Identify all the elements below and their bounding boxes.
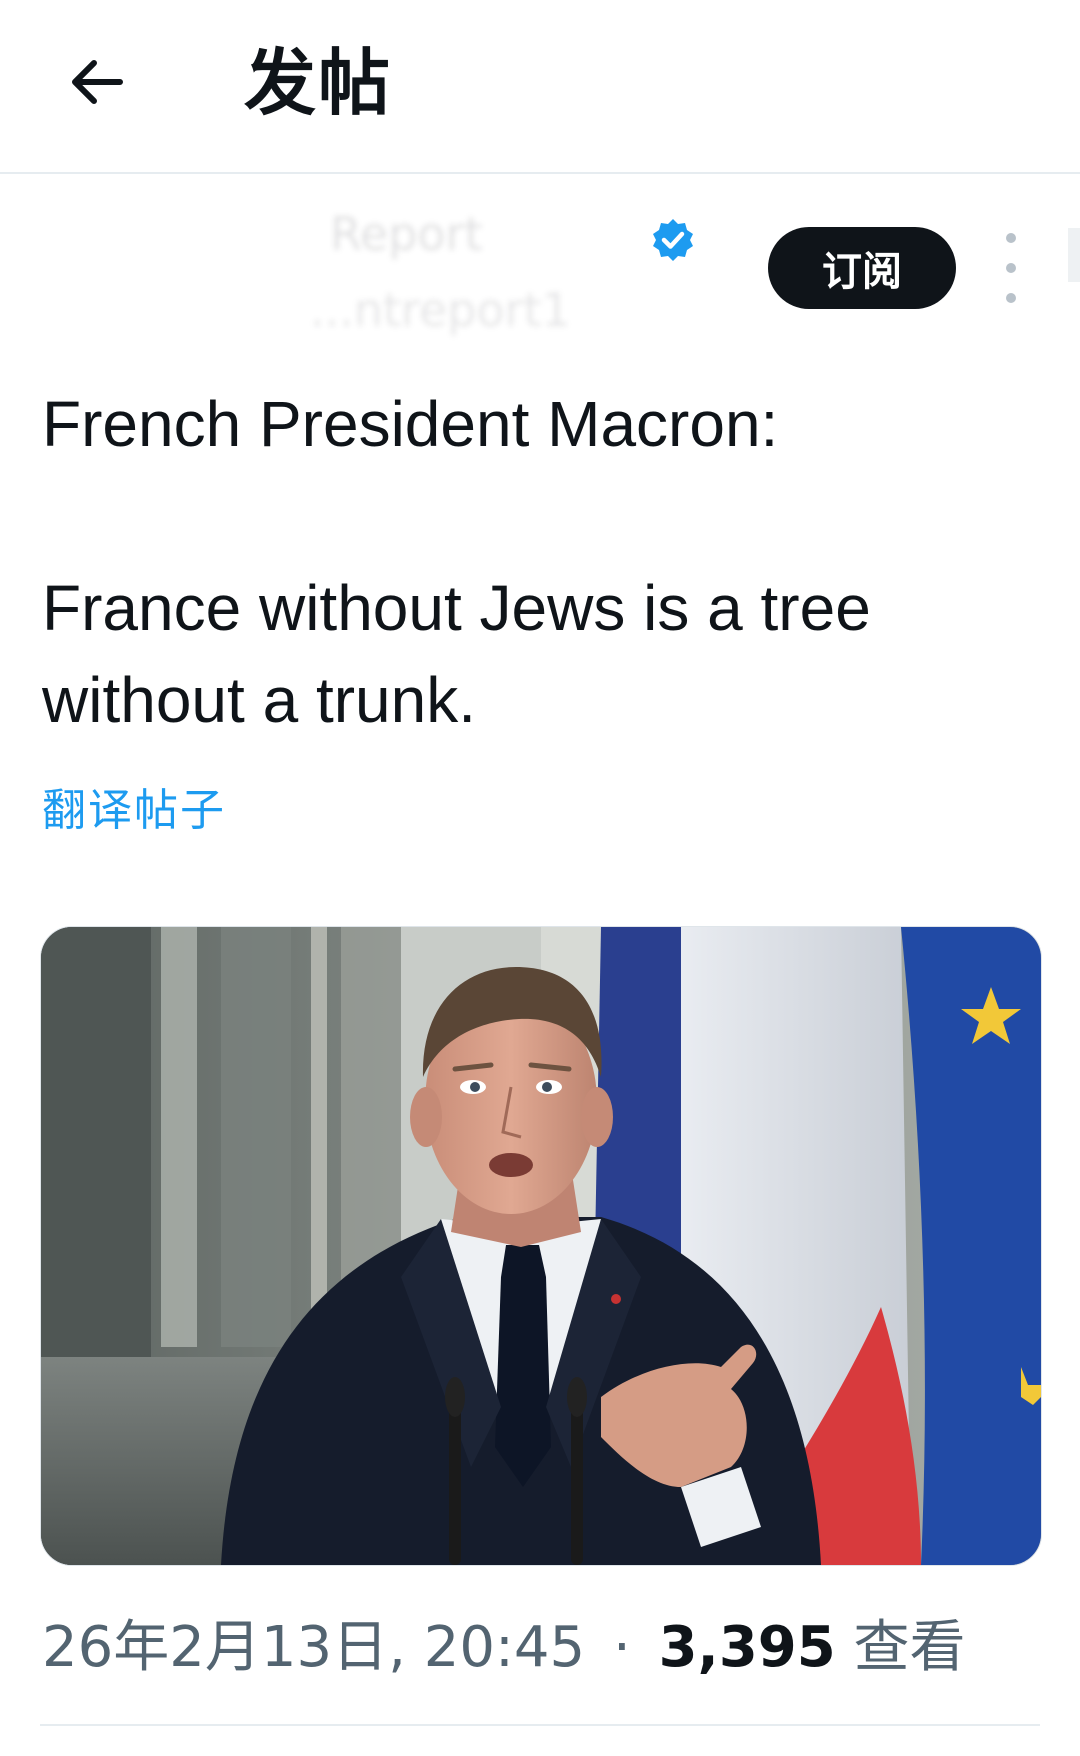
tweet-text: French President Macron: France without … <box>42 378 1042 746</box>
tweet-photo[interactable] <box>40 926 1042 1566</box>
tweet-line: France without Jews is a tree <box>42 572 871 644</box>
back-button[interactable] <box>56 42 136 122</box>
verified-badge-icon <box>653 219 693 261</box>
page-title: 发帖 <box>244 41 393 125</box>
divider <box>40 1724 1040 1726</box>
separator-dot: · <box>612 1615 631 1680</box>
post-datetime[interactable]: 26年2月13日, 20:45 <box>42 1615 585 1680</box>
author-name[interactable]: Report <box>330 207 483 261</box>
arrow-left-icon <box>72 60 123 104</box>
top-bar: 发帖 <box>0 0 1080 174</box>
tweet-meta: 26年2月13日, 20:45 · 3,395 查看 <box>42 1610 966 1686</box>
view-label: 查看 <box>853 1615 966 1680</box>
tweet-line: French President Macron: <box>42 388 779 460</box>
tweet-line: without a trunk. <box>42 664 476 736</box>
more-vertical-icon <box>1006 233 1016 243</box>
subscribe-button[interactable]: 订阅 <box>768 227 956 309</box>
scroll-edge <box>1068 228 1080 282</box>
more-options-button[interactable] <box>996 233 1026 303</box>
translate-post-link[interactable]: 翻译帖子 <box>42 774 226 838</box>
author-handle[interactable]: ...ntreport1 <box>310 283 571 337</box>
view-count: 3,395 <box>658 1615 836 1680</box>
press-photo <box>41 927 1041 1565</box>
author-row: Report ...ntreport1 订阅 <box>0 195 1080 345</box>
